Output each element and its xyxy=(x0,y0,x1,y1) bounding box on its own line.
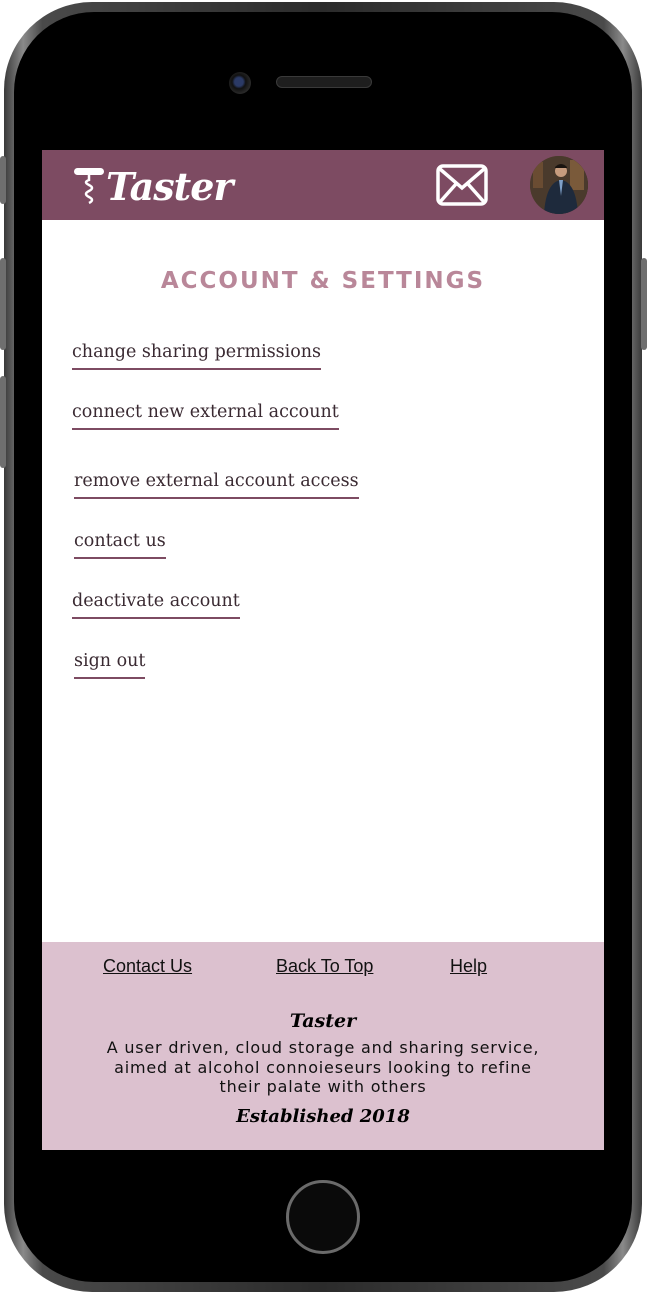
power-button xyxy=(641,258,647,350)
page-title: ACCOUNT & SETTINGS xyxy=(160,268,486,294)
change-sharing-permissions-link[interactable]: change sharing permissions xyxy=(72,342,322,370)
earpiece-speaker xyxy=(276,76,372,88)
app-screen: Taster ACCOUNT & SETTINGS change sharing… xyxy=(42,150,604,1150)
footer-brand: Taster xyxy=(289,1010,357,1032)
footer-contact-us-link[interactable]: Contact Us xyxy=(103,956,192,977)
connect-external-account-link[interactable]: connect new external account xyxy=(72,402,339,430)
home-button[interactable] xyxy=(286,1180,360,1254)
logo-wordmark: Taster xyxy=(106,163,233,209)
deactivate-account-link[interactable]: deactivate account xyxy=(72,591,240,619)
user-photo-icon xyxy=(530,156,588,214)
volume-up-button xyxy=(0,258,6,350)
footer-established: Established 2018 xyxy=(236,1106,410,1127)
volume-down-button xyxy=(0,376,6,468)
mute-switch xyxy=(0,156,6,204)
mail-icon[interactable] xyxy=(436,164,488,206)
app-footer: Contact Us Back To Top Help Taster A use… xyxy=(42,942,604,1150)
sign-out-link[interactable]: sign out xyxy=(74,651,146,679)
profile-avatar[interactable] xyxy=(530,156,588,214)
front-camera xyxy=(229,72,251,94)
footer-help-link[interactable]: Help xyxy=(450,956,487,977)
footer-back-to-top-link[interactable]: Back To Top xyxy=(276,956,373,977)
app-header: Taster xyxy=(42,150,604,220)
corkscrew-icon xyxy=(74,168,104,205)
taster-logo[interactable]: Taster xyxy=(72,158,233,214)
contact-us-link[interactable]: contact us xyxy=(74,531,166,559)
footer-tagline: A user driven, cloud storage and sharing… xyxy=(106,1038,540,1096)
remove-external-access-link[interactable]: remove external account access xyxy=(74,471,359,499)
